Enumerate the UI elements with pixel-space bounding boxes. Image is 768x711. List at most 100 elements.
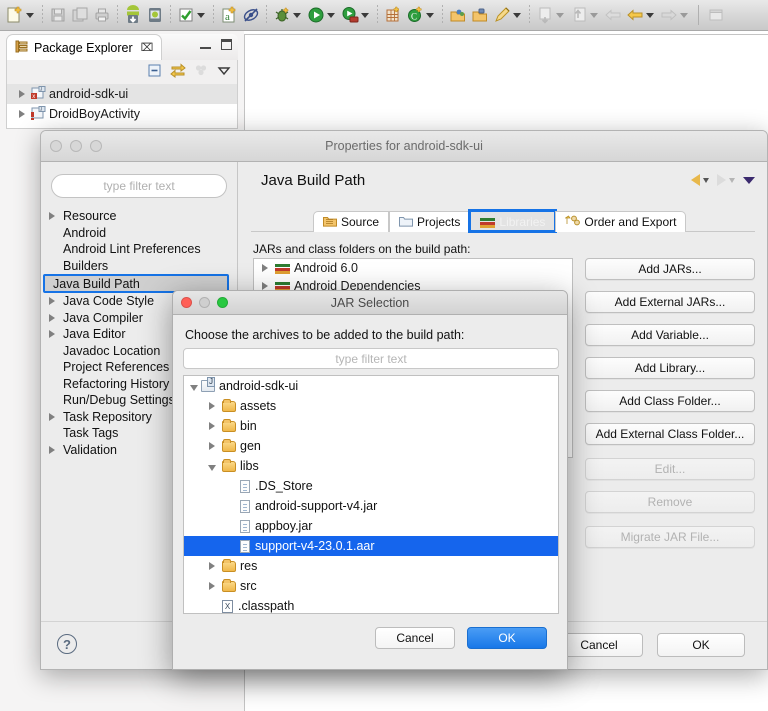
properties-ok-button[interactable]: OK <box>657 633 745 657</box>
link-with-editor-icon[interactable] <box>170 63 186 81</box>
toolbar-button-lint[interactable] <box>240 2 262 28</box>
back-arrow-icon[interactable] <box>691 174 700 186</box>
chevron-right-icon[interactable] <box>209 402 215 410</box>
tree-item-appboy-jar[interactable]: appboy.jar <box>184 516 558 536</box>
toolbar-button-save[interactable] <box>47 2 69 28</box>
remove-button[interactable]: Remove <box>585 491 755 513</box>
minimize-icon[interactable] <box>200 40 211 49</box>
tree-item-src[interactable]: src <box>184 576 558 596</box>
add-external-class-folder-button[interactable]: Add External Class Folder... <box>585 423 755 445</box>
toolbar-button-edit-pencil[interactable] <box>491 2 525 28</box>
chevron-down-icon[interactable] <box>680 12 688 18</box>
toolbar-button-new-window[interactable] <box>705 2 727 28</box>
chevron-right-icon[interactable] <box>19 90 25 98</box>
chevron-right-icon[interactable] <box>209 562 215 570</box>
chevron-right-icon[interactable] <box>49 412 55 421</box>
add-class-folder-button[interactable]: Add Class Folder... <box>585 390 755 412</box>
toolbar-button-new-class[interactable]: C <box>404 2 438 28</box>
maximize-icon[interactable] <box>221 39 232 50</box>
jar-cancel-button[interactable]: Cancel <box>375 627 455 649</box>
sidebar-item-builders[interactable]: Builders <box>41 258 237 275</box>
toolbar-button-avd-manager[interactable] <box>144 2 166 28</box>
tab-order-and-export[interactable]: Order and Export <box>555 211 687 232</box>
toolbar-button-new-grid[interactable] <box>382 2 404 28</box>
tree-item-android-support-v4-jar[interactable]: android-support-v4.jar <box>184 496 558 516</box>
tab-libraries[interactable]: Libraries <box>468 209 558 233</box>
edit-button[interactable]: Edit... <box>585 458 755 480</box>
toolbar-button-save-all[interactable] <box>69 2 91 28</box>
tree-item-ds-store[interactable]: .DS_Store <box>184 476 558 496</box>
chevron-right-icon[interactable] <box>262 282 268 290</box>
toolbar-button-back[interactable] <box>624 2 658 28</box>
chevron-right-icon[interactable] <box>19 110 25 118</box>
chevron-down-icon[interactable] <box>426 12 434 18</box>
tab-projects[interactable]: Projects <box>389 211 471 232</box>
toolbar-button-open-task[interactable] <box>469 2 491 28</box>
toolbar-button-check[interactable] <box>175 2 209 28</box>
migrate-jar-file-button[interactable]: Migrate JAR File... <box>585 526 755 548</box>
properties-filter-input[interactable]: type filter text <box>51 174 227 198</box>
chevron-down-icon[interactable] <box>729 177 735 183</box>
chevron-right-icon[interactable] <box>209 442 215 450</box>
chevron-right-icon[interactable] <box>209 422 215 430</box>
toolbar-button-external-tools[interactable] <box>339 2 373 28</box>
tab-package-explorer[interactable]: Package Explorer ⌧ <box>6 34 163 60</box>
add-library-button[interactable]: Add Library... <box>585 357 755 379</box>
chevron-right-icon[interactable] <box>209 582 215 590</box>
chevron-down-icon[interactable] <box>361 12 369 18</box>
toolbar-button-open-type[interactable] <box>447 2 469 28</box>
chevron-down-icon[interactable] <box>293 12 301 18</box>
toolbar-button-run[interactable] <box>305 2 339 28</box>
build-path-entry[interactable]: Android 6.0 <box>254 259 572 277</box>
view-menu-icon[interactable] <box>217 65 231 80</box>
toolbar-button-previous-edit[interactable] <box>568 2 602 28</box>
properties-title-bar[interactable]: Properties for android-sdk-ui <box>41 131 767 162</box>
tree-item-res[interactable]: res <box>184 556 558 576</box>
tree-item-project[interactable]: Jx android-sdk-ui <box>7 84 237 104</box>
toolbar-button-next-annotation[interactable] <box>534 2 568 28</box>
chevron-down-icon[interactable] <box>703 177 709 183</box>
toolbar-button-new-android-project[interactable]: a <box>218 2 240 28</box>
toolbar-button-android-sdk-manager[interactable] <box>122 2 144 28</box>
focus-icon[interactable] <box>194 63 209 81</box>
tree-item-android-sdk-ui[interactable]: android-sdk-ui <box>184 376 558 396</box>
tab-source[interactable]: Source <box>313 211 390 232</box>
jar-selection-title-bar[interactable]: JAR Selection <box>173 291 567 315</box>
chevron-down-icon[interactable] <box>26 12 34 18</box>
page-menu-icon[interactable] <box>743 176 755 184</box>
tree-item-project[interactable]: J DroidBoyActivity <box>7 104 237 124</box>
chevron-right-icon[interactable] <box>49 313 55 322</box>
toolbar-button-debug[interactable] <box>271 2 305 28</box>
add-jars-button[interactable]: Add JARs... <box>585 258 755 280</box>
chevron-down-icon[interactable] <box>197 12 205 18</box>
tree-item-assets[interactable]: assets <box>184 396 558 416</box>
toolbar-button-new-file[interactable] <box>4 2 38 28</box>
toolbar-button-back-disabled[interactable] <box>602 2 624 28</box>
chevron-down-icon[interactable] <box>208 464 216 471</box>
chevron-right-icon[interactable] <box>49 212 55 221</box>
close-icon[interactable]: ⌧ <box>141 41 154 54</box>
forward-arrow-icon[interactable] <box>717 174 726 186</box>
chevron-right-icon[interactable] <box>49 445 55 454</box>
help-icon[interactable]: ? <box>57 634 77 654</box>
sidebar-item-resource[interactable]: Resource <box>41 208 237 225</box>
sidebar-item-android[interactable]: Android <box>41 225 237 242</box>
chevron-down-icon[interactable] <box>513 12 521 18</box>
chevron-right-icon[interactable] <box>262 264 268 272</box>
chevron-down-icon[interactable] <box>190 384 198 391</box>
chevron-down-icon[interactable] <box>327 12 335 18</box>
tree-item-classpath[interactable]: X .classpath <box>184 596 558 613</box>
chevron-down-icon[interactable] <box>590 12 598 18</box>
chevron-down-icon[interactable] <box>646 12 654 18</box>
chevron-right-icon[interactable] <box>49 297 55 306</box>
collapse-all-icon[interactable] <box>147 63 162 81</box>
chevron-down-icon[interactable] <box>556 12 564 18</box>
tree-item-gen[interactable]: gen <box>184 436 558 456</box>
tree-item-libs[interactable]: libs <box>184 456 558 476</box>
add-variable-button[interactable]: Add Variable... <box>585 324 755 346</box>
properties-cancel-button[interactable]: Cancel <box>555 633 643 657</box>
toolbar-button-print[interactable] <box>91 2 113 28</box>
sidebar-item-android-lint-preferences[interactable]: Android Lint Preferences <box>41 241 237 258</box>
tree-item-support-v4-23-0-1-aar[interactable]: support-v4-23.0.1.aar <box>184 536 558 556</box>
jar-filter-input[interactable]: type filter text <box>183 348 559 369</box>
